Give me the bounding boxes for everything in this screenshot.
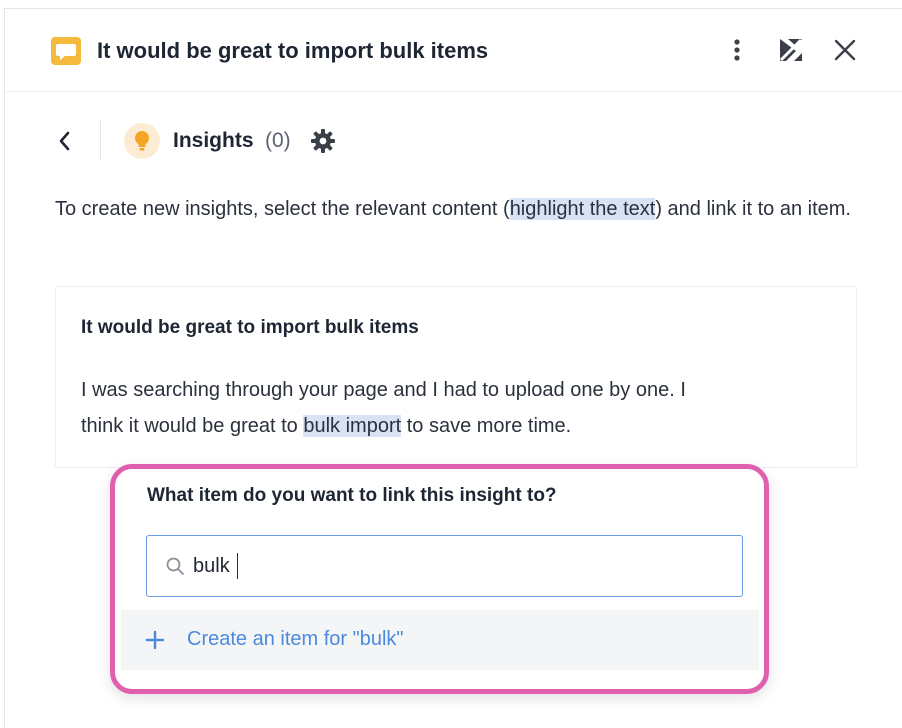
intro-text-end: ) and link it to an item.: [655, 198, 851, 220]
feedback-body[interactable]: I was searching through your page and I …: [81, 372, 701, 444]
create-item-option[interactable]: Create an item for "bulk": [121, 610, 759, 670]
feedback-panel: It would be great to import bulk items I…: [4, 8, 902, 728]
settings-button[interactable]: [310, 128, 336, 154]
insights-toolbar: Insights (0): [5, 119, 902, 163]
feedback-text-end: to save more time.: [401, 415, 572, 437]
feedback-card: It would be great to import bulk items I…: [55, 286, 857, 468]
feedback-title: It would be great to import bulk items: [81, 317, 419, 338]
chat-bubble-icon: [51, 37, 81, 65]
selected-text[interactable]: bulk import: [303, 415, 402, 437]
chevron-left-icon: [59, 131, 70, 151]
insights-instructions: To create new insights, select the relev…: [55, 192, 855, 227]
close-icon: [834, 39, 856, 61]
panel-title: It would be great to import bulk items: [97, 38, 489, 63]
insights-label: Insights: [173, 129, 254, 152]
expand-icon: [779, 38, 803, 62]
insights-count: (0): [265, 129, 291, 152]
gear-icon: [311, 129, 335, 153]
popup-question: What item do you want to link this insig…: [147, 485, 557, 506]
toolbar-divider: [100, 121, 101, 159]
close-button[interactable]: [830, 35, 860, 65]
intro-text: To create new insights, select the relev…: [55, 198, 510, 220]
item-search-input[interactable]: [193, 548, 713, 584]
more-vertical-icon: [734, 39, 740, 61]
plus-icon: [145, 630, 165, 650]
intro-highlight: highlight the text: [509, 198, 656, 220]
search-icon: [166, 557, 184, 575]
more-options-button[interactable]: [722, 35, 752, 65]
expand-button[interactable]: [776, 35, 806, 65]
item-search-box[interactable]: [146, 535, 743, 597]
lightbulb-icon: [124, 123, 160, 159]
panel-header: It would be great to import bulk items: [5, 9, 902, 92]
link-insight-popup: What item do you want to link this insig…: [110, 464, 769, 694]
back-button[interactable]: [53, 127, 77, 155]
text-caret: [237, 553, 238, 579]
create-item-label: Create an item for "bulk": [187, 628, 404, 650]
